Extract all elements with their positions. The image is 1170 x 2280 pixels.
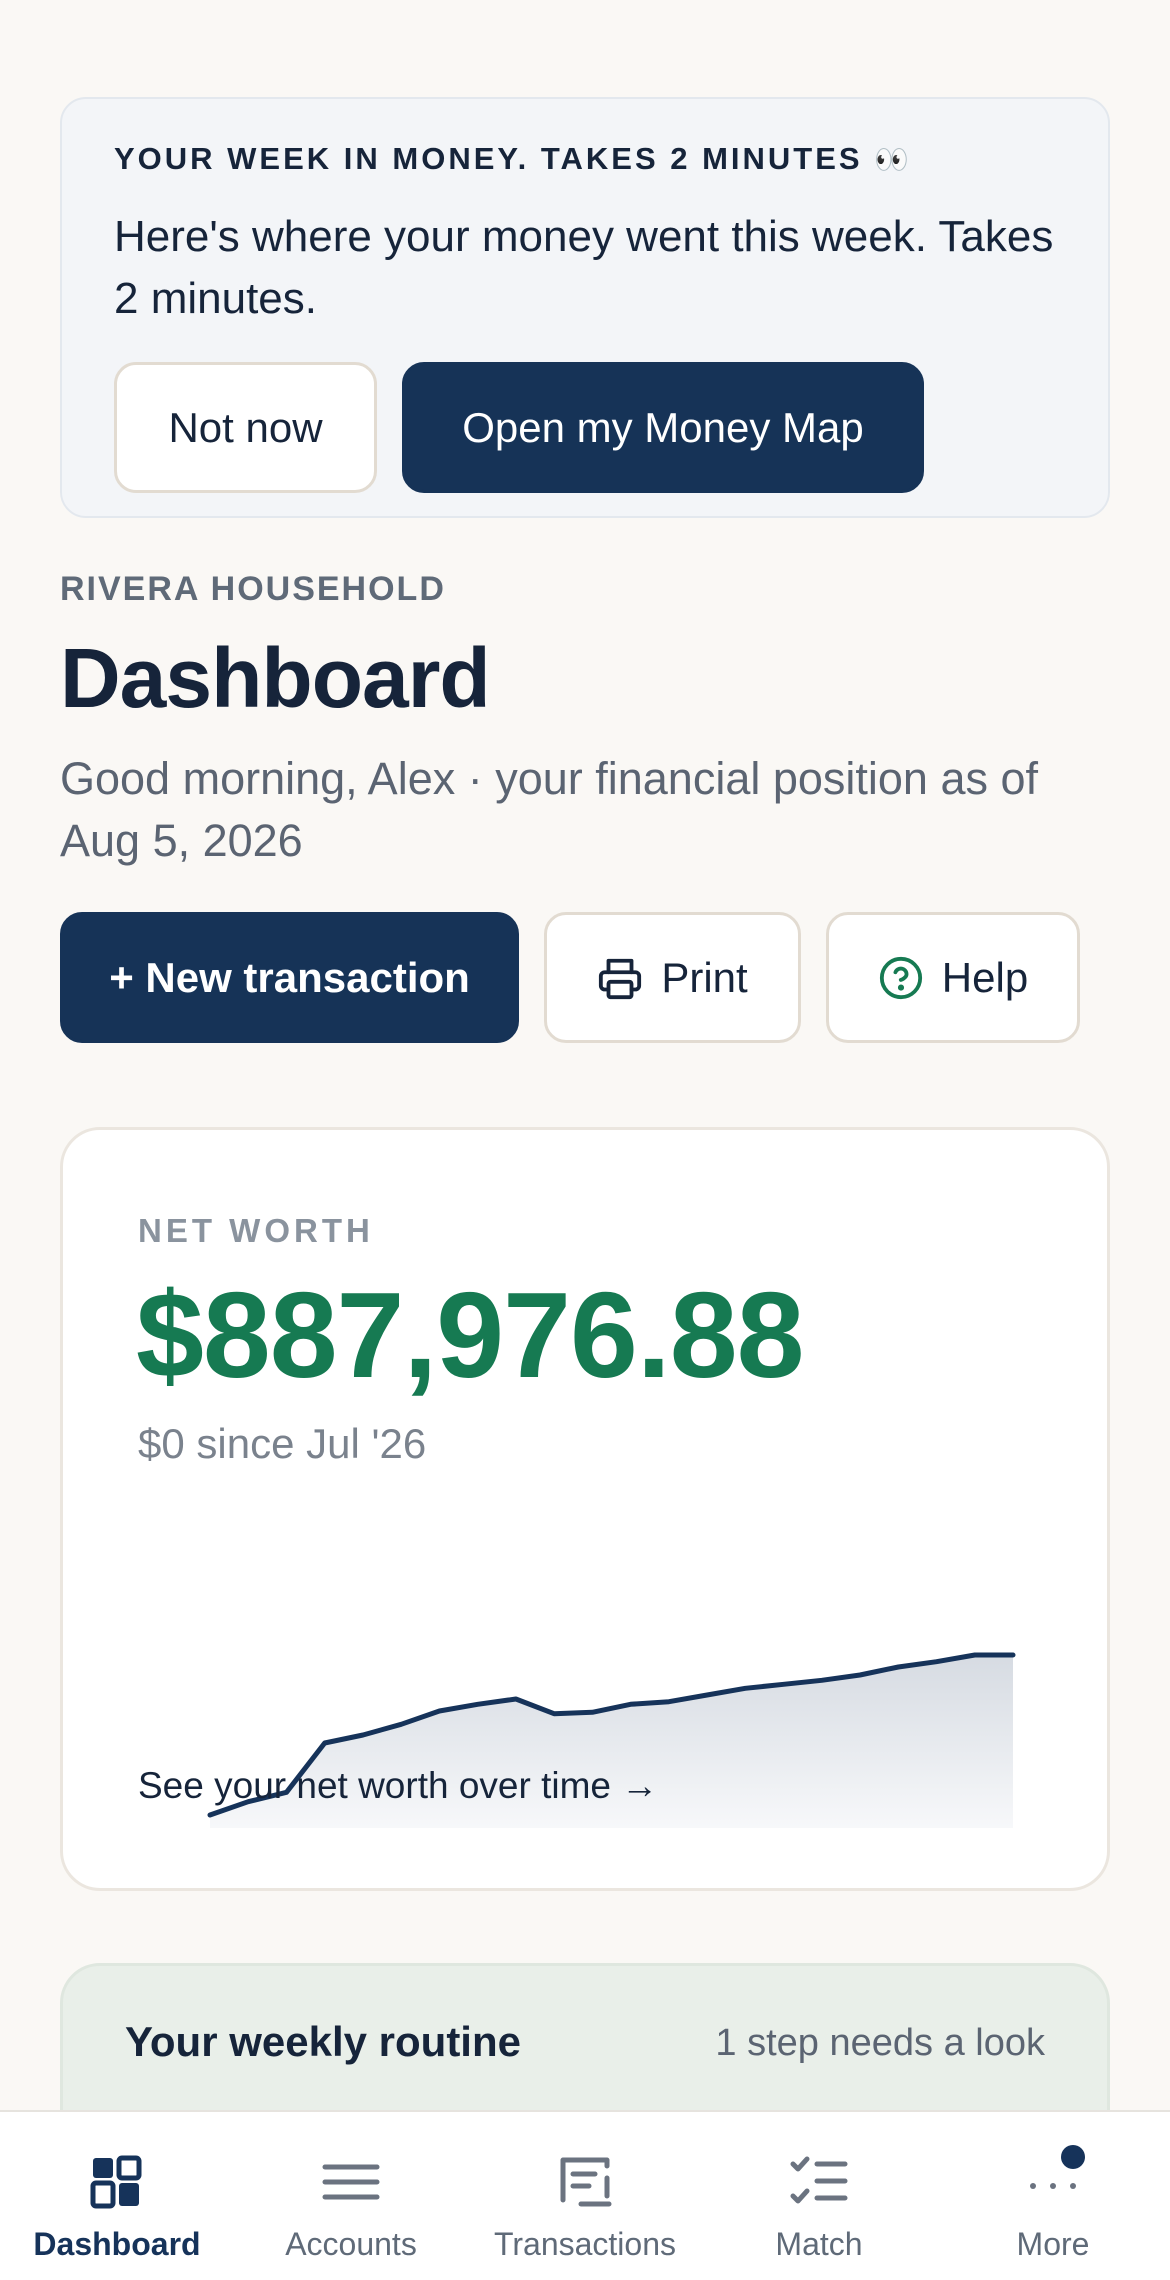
net-worth-delta: $0 since Jul '26 xyxy=(138,1420,427,1467)
banner-body: Here's where your money went this week. … xyxy=(114,212,1054,323)
print-button[interactable]: Print xyxy=(544,912,801,1043)
net-worth-value: $887,976.88 xyxy=(136,1267,804,1403)
nav-item-match[interactable]: Match xyxy=(702,2112,936,2280)
weekly-routine-card[interactable]: Your weekly routine 1 step needs a look xyxy=(60,1963,1110,2110)
greeting-text: Good morning, Alex · your financial posi… xyxy=(60,753,1039,866)
open-money-map-button[interactable]: Open my Money Map xyxy=(402,362,924,493)
new-transaction-button[interactable]: + New transaction xyxy=(60,912,519,1043)
bottom-nav: Dashboard Accounts Transactions Match Mo… xyxy=(0,2110,1170,2280)
nav-item-dashboard[interactable]: Dashboard xyxy=(0,2112,234,2280)
nav-label-more: More xyxy=(1016,2226,1090,2262)
nav-item-more[interactable]: More xyxy=(936,2112,1170,2280)
page-actions: + New transaction Print Help xyxy=(60,912,1080,1043)
transactions-icon xyxy=(560,2157,612,2207)
nav-label-dashboard: Dashboard xyxy=(33,2226,201,2262)
net-worth-card: NET WORTH $887,976.88 $0 since Jul '26 S… xyxy=(60,1127,1110,1891)
menu-icon xyxy=(322,2164,380,2200)
nav-item-transactions[interactable]: Transactions xyxy=(468,2112,702,2280)
nav-item-accounts[interactable]: Accounts xyxy=(234,2112,468,2280)
household-name: RIVERA HOUSEHOLD xyxy=(60,570,446,608)
help-button[interactable]: Help xyxy=(826,912,1080,1043)
eyes-emoji-icon: 👀 xyxy=(874,144,910,175)
print-label: Print xyxy=(661,953,748,1001)
dashboard-icon xyxy=(90,2155,142,2209)
help-circle-icon xyxy=(878,955,924,1001)
checklist-icon xyxy=(790,2156,848,2204)
routine-title: Your weekly routine xyxy=(125,2018,521,2065)
notification-dot-icon xyxy=(1061,2145,1085,2169)
nav-label-transactions: Transactions xyxy=(494,2226,676,2262)
nav-label-accounts: Accounts xyxy=(285,2226,417,2262)
page-title: Dashboard xyxy=(60,631,491,725)
weekly-money-banner: YOUR WEEK IN MONEY. TAKES 2 MINUTES 👀 He… xyxy=(60,97,1110,518)
not-now-button[interactable]: Not now xyxy=(114,362,377,493)
help-label: Help xyxy=(941,953,1029,1001)
nav-label-match: Match xyxy=(775,2226,863,2262)
banner-eyebrow: YOUR WEEK IN MONEY. TAKES 2 MINUTES 👀 xyxy=(114,141,1056,178)
banner-eyebrow-text: YOUR WEEK IN MONEY. TAKES 2 MINUTES xyxy=(114,141,863,176)
printer-icon xyxy=(597,955,643,1001)
routine-status: 1 step needs a look xyxy=(715,2022,1045,2064)
banner-actions: Not now Open my Money Map xyxy=(114,362,1056,493)
net-worth-over-time-link[interactable]: See your net worth over time → xyxy=(138,1765,658,1807)
main-content: YOUR WEEK IN MONEY. TAKES 2 MINUTES 👀 He… xyxy=(0,0,1170,2110)
net-worth-label: NET WORTH xyxy=(138,1212,374,1249)
